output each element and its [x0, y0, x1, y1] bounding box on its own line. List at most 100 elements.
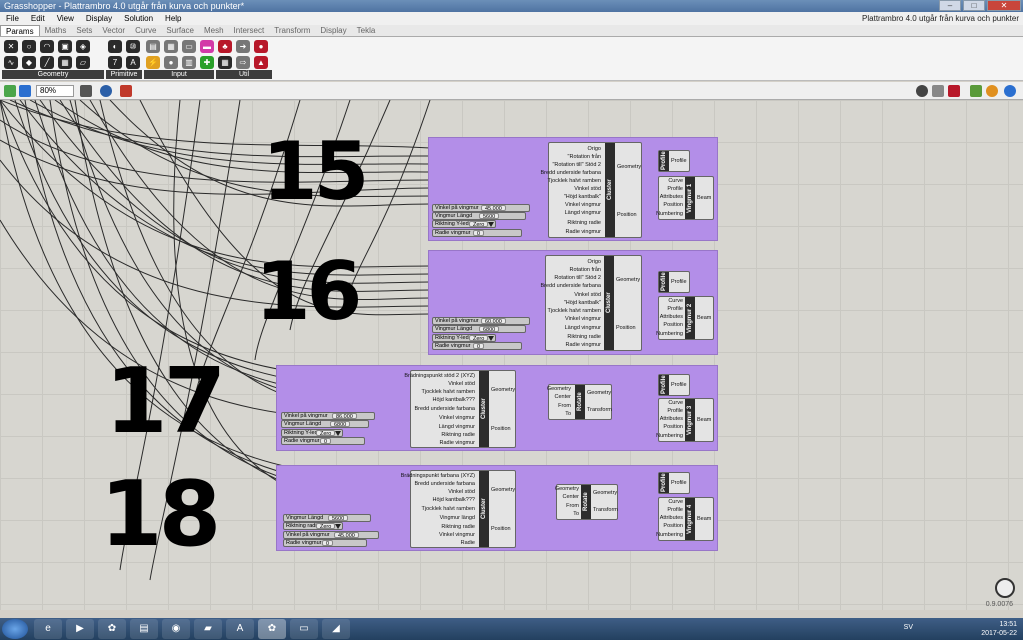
geometry-param-icon[interactable]: ◆ [22, 56, 36, 69]
tab-surface[interactable]: Surface [161, 25, 199, 36]
tab-vector[interactable]: Vector [97, 25, 130, 36]
fruit-icon[interactable]: ♣ [218, 40, 232, 53]
cluster-input[interactable]: Riktning radie [441, 431, 475, 439]
vingmur-input[interactable]: Attributes [660, 514, 683, 522]
profile-node[interactable]: Profile Profile [658, 150, 690, 172]
explorer-icon[interactable]: ▤ [130, 619, 158, 639]
grasshopper-task-icon[interactable]: ✿ [98, 619, 126, 639]
rotate-output[interactable]: Geometry [593, 489, 617, 497]
remote-desktop-icon[interactable]: ▭ [290, 619, 318, 639]
cluster-output[interactable]: Position [491, 425, 511, 433]
cluster-input[interactable]: Vingmur längd [440, 514, 475, 522]
cluster-input[interactable]: Tjocklek halvt ramben [548, 177, 602, 185]
profile-node[interactable]: Profile Profile [658, 472, 690, 494]
rotate-output[interactable]: Geometry [587, 389, 611, 397]
chevron-down-icon[interactable] [335, 431, 341, 436]
rotate-output[interactable]: Transform [587, 406, 612, 414]
cluster-input[interactable]: Radie vingmur [566, 341, 601, 349]
rotate-node[interactable]: Geometry Center From To Rotate Geometry … [555, 484, 618, 520]
rotate-output[interactable]: Transform [593, 506, 618, 514]
cluster-input[interactable]: Vinkel vingmur [439, 531, 475, 539]
vingmur-input[interactable]: Profile [667, 305, 683, 313]
slider-value[interactable]: 60.000 [481, 318, 506, 325]
cluster-input[interactable]: Tjocklek halvt ramben [422, 505, 476, 513]
chevron-down-icon[interactable] [335, 524, 341, 529]
maximize-button[interactable]: □ [963, 0, 985, 11]
ie-icon[interactable]: e [34, 619, 62, 639]
dropdown-riktning[interactable]: Riktning Y-led Zero [432, 334, 496, 342]
cluster-input[interactable]: "Rotation från [568, 153, 601, 161]
vingmur-node[interactable]: Curve Profile Attributes Position Number… [656, 398, 714, 442]
slider-value[interactable]: 45.000 [334, 532, 359, 539]
cluster-input[interactable]: Riktning radie [567, 219, 601, 227]
slider-value[interactable]: 0 [473, 343, 485, 350]
vingmur-node[interactable]: Curve Profile Attributes Position Number… [656, 497, 714, 541]
grasshopper-canvas[interactable]: 15 16 17 18 Origo "Rotation från "Rotati… [0, 100, 1023, 610]
sphere-icon[interactable]: ● [254, 40, 268, 53]
vingmur-input[interactable]: Profile [667, 407, 683, 415]
curve-param-icon[interactable]: ∿ [4, 56, 18, 69]
rotate-input[interactable]: Geometry [547, 385, 571, 393]
save-file-icon[interactable] [19, 85, 31, 97]
rotate-input[interactable]: Center [554, 393, 571, 401]
cluster-input[interactable]: Rotation från [570, 266, 602, 274]
calculator-icon[interactable]: ▦ [164, 40, 178, 53]
system-clock[interactable]: 13:51 2017-05-22 [981, 620, 1017, 638]
cluster-output[interactable]: Geometry [617, 163, 641, 171]
tekla-icon[interactable]: ▰ [194, 619, 222, 639]
slider-vinkel-vingmur[interactable]: Vinkel på vingmur 60.000 [432, 317, 530, 325]
chevron-down-icon[interactable] [488, 222, 494, 227]
vingmur-input[interactable]: Numbering [656, 210, 683, 218]
cluster-input[interactable]: Brädningspunkt farbana (XYZ) [401, 472, 475, 480]
slider-radie-vingmur[interactable]: Radie vingmur 0 [283, 539, 367, 547]
slider-value[interactable]: 0 [322, 540, 334, 547]
vingmur-output[interactable]: Beam [697, 194, 711, 202]
cluster-input[interactable]: Bredd underside farbana [540, 169, 601, 177]
cluster-input[interactable]: Längd vingmur [565, 209, 601, 217]
chevron-down-icon[interactable] [488, 336, 494, 341]
cluster-input[interactable]: Vinkel stöd [574, 185, 601, 193]
cluster-input[interactable]: Radie vingmur [440, 439, 475, 447]
tab-display[interactable]: Display [315, 25, 351, 36]
cluster-node[interactable]: Origo "Rotation från "Rotation till" Stö… [540, 142, 642, 238]
number-param-icon[interactable]: 7 [108, 56, 122, 69]
rotate-input[interactable]: From [566, 502, 579, 510]
cluster-input[interactable]: Bredd underside farbana [414, 480, 475, 488]
minimize-button[interactable]: – [939, 0, 961, 11]
cluster-output[interactable]: Position [491, 525, 511, 533]
cluster-input[interactable]: Riktning radie [441, 523, 475, 531]
profile-node[interactable]: Profile Profile [658, 374, 690, 396]
dropdown-riktning[interactable]: Riktning Y-led Zero [432, 220, 496, 228]
gradient-icon[interactable]: ▬ [200, 40, 214, 53]
slider-vinkel-vingmur[interactable]: Vinkel på vingmur 45.000 [432, 204, 530, 212]
tab-transform[interactable]: Transform [269, 25, 315, 36]
cluster-input[interactable]: Vinkel vingmur [565, 201, 601, 209]
toggle-icon[interactable]: ● [164, 56, 178, 69]
cluster-output[interactable]: Position [616, 324, 636, 332]
vingmur-input[interactable]: Profile [667, 506, 683, 514]
dropdown-riktning-radie[interactable]: Riktning radie Zero [283, 522, 343, 530]
flask-icon[interactable]: ▲ [254, 56, 268, 69]
rotate-node[interactable]: Geometry Center From To Rotate Geometry … [547, 384, 612, 420]
dropdown-value[interactable]: Zero [316, 430, 336, 437]
media-player-icon[interactable]: ▶ [66, 619, 94, 639]
preview-eye-icon[interactable] [100, 85, 112, 97]
tab-mesh[interactable]: Mesh [199, 25, 229, 36]
chrome-icon[interactable]: ◉ [162, 619, 190, 639]
slider-value[interactable]: 0 [473, 230, 485, 237]
vingmur-output[interactable]: Beam [697, 314, 711, 322]
integer-param-icon[interactable]: ⑩ [126, 40, 140, 53]
cluster-output[interactable]: Position [617, 211, 637, 219]
tab-tekla[interactable]: Tekla [352, 25, 381, 36]
circle-param-icon[interactable]: ○ [22, 40, 36, 53]
vingmur-input[interactable]: Attributes [660, 415, 683, 423]
slider-value[interactable]: 5600 [479, 213, 500, 220]
language-indicator[interactable]: SV [904, 624, 913, 631]
slider-value[interactable]: 45.000 [481, 205, 506, 212]
cluster-input[interactable]: Längd vingmur [565, 324, 601, 332]
slider-vinkel-vingmur[interactable]: Vinkel på vingmur 86.000 [281, 412, 375, 420]
acrobat-icon[interactable]: A [226, 619, 254, 639]
slider-value[interactable]: 86.000 [332, 413, 357, 420]
knob-icon[interactable]: ⚡ [146, 56, 160, 69]
vingmur-input[interactable]: Profile [667, 185, 683, 193]
